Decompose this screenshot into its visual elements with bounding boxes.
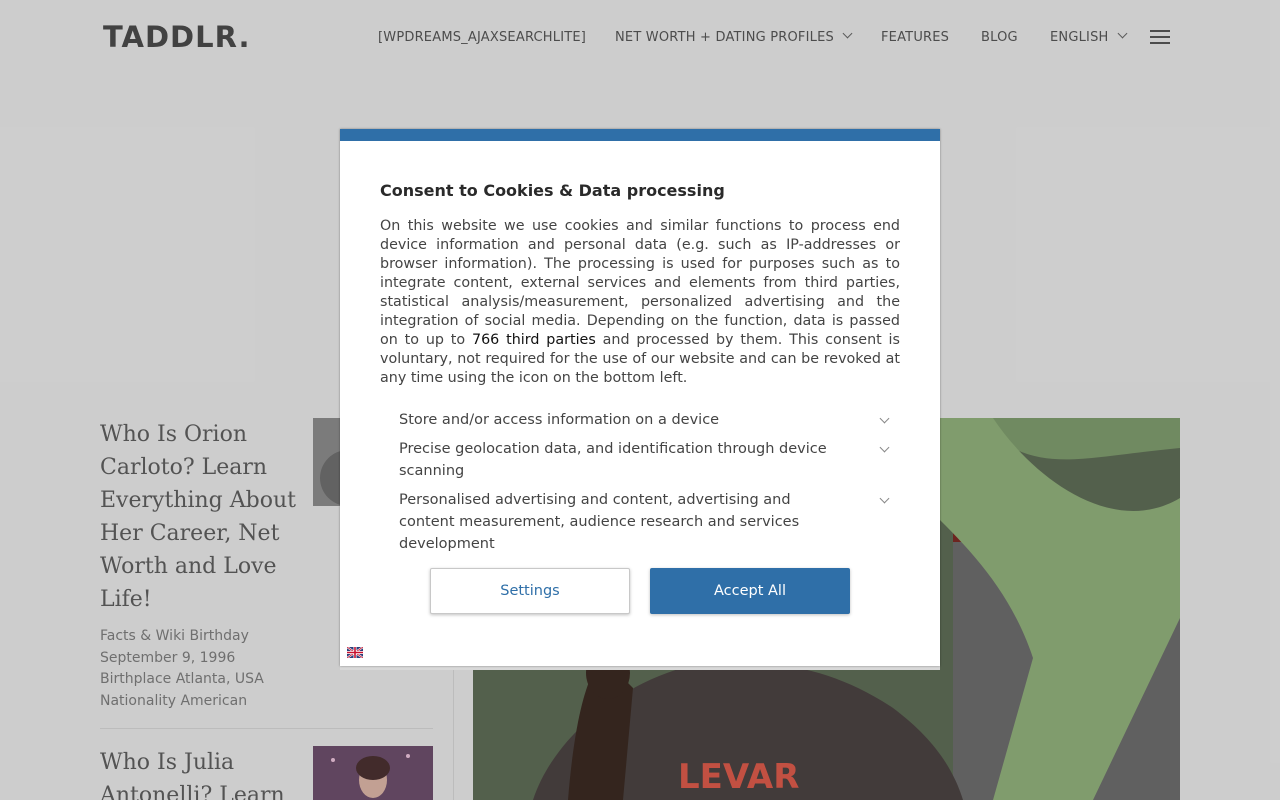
purpose-item[interactable]: Store and/or access information on a dev…	[399, 409, 892, 431]
purpose-label: Personalised advertising and content, ad…	[399, 492, 800, 552]
language-flag-icon[interactable]	[346, 643, 364, 659]
cookie-consent-dialog: Consent to Cookies & Data processing On …	[340, 129, 940, 666]
chevron-down-icon[interactable]	[879, 442, 890, 453]
purpose-item[interactable]: Precise geolocation data, and identifica…	[399, 438, 892, 482]
consent-description: On this website we use cookies and simil…	[380, 217, 900, 388]
chevron-down-icon[interactable]	[879, 413, 890, 424]
consent-text: On this website we use cookies and simil…	[380, 218, 900, 348]
dialog-title: Consent to Cookies & Data processing	[380, 181, 725, 200]
accept-all-button[interactable]: Accept All	[650, 568, 850, 614]
settings-button[interactable]: Settings	[430, 568, 630, 614]
purpose-item[interactable]: Personalised advertising and content, ad…	[399, 489, 892, 555]
purpose-label: Store and/or access information on a dev…	[399, 412, 720, 428]
third-parties-link[interactable]: 766 third parties	[472, 332, 596, 348]
purpose-list: Store and/or access information on a dev…	[399, 409, 892, 555]
purpose-label: Precise geolocation data, and identifica…	[399, 441, 827, 479]
dialog-accent-bar	[340, 129, 940, 141]
chevron-down-icon[interactable]	[879, 493, 890, 504]
